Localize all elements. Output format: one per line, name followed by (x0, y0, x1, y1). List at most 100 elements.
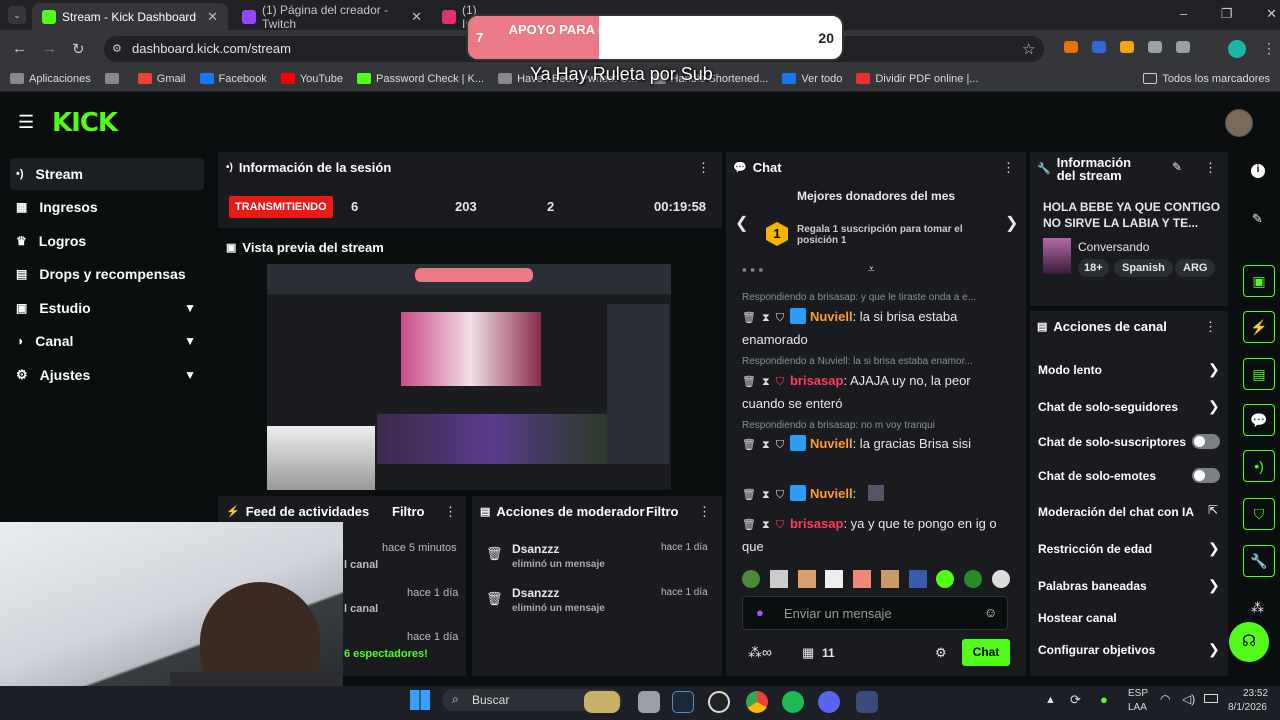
chat-settings-icon[interactable]: ⚙ (935, 645, 947, 661)
discord-icon[interactable] (818, 691, 840, 713)
panel-menu-icon[interactable]: ⋮ (1204, 319, 1217, 335)
rail-capture-button[interactable]: ▣ (1243, 265, 1275, 297)
clock-date[interactable]: 8/1/2026 (1228, 702, 1267, 713)
bookmark-item[interactable]: Gmail (137, 73, 186, 85)
emote-icon[interactable] (853, 570, 872, 588)
chat-username[interactable]: Nuviell (810, 486, 853, 501)
app-icon[interactable] (856, 691, 878, 713)
gift-icon[interactable]: ▦ (802, 645, 814, 661)
panel-menu-icon[interactable]: ⋮ (698, 504, 711, 520)
rail-mod-button[interactable]: ⛉ (1243, 498, 1275, 530)
sidebar-item-logros[interactable]: ♛ Logros (10, 225, 204, 257)
panel-menu-icon[interactable]: ⋮ (697, 160, 710, 176)
chevron-right-icon[interactable]: ❯ (1208, 398, 1220, 415)
bookmark-item[interactable]: YouTube (280, 73, 343, 85)
delete-icon[interactable]: 🗑 (742, 515, 756, 536)
chat-username[interactable]: brisasap (790, 516, 843, 531)
lang-layout[interactable]: LAA (1128, 702, 1147, 713)
emote-bar[interactable] (742, 570, 1010, 588)
rail-chat-button[interactable]: 💬 (1243, 404, 1275, 436)
chat-username[interactable]: brisasap (790, 373, 843, 388)
bookmark-star-icon[interactable]: ☆ (1022, 40, 1035, 58)
subs-only-toggle[interactable] (1192, 434, 1220, 449)
emote-icon[interactable] (880, 570, 899, 588)
lang-code[interactable]: ESP (1128, 688, 1148, 699)
back-icon[interactable]: ← (12, 40, 27, 57)
all-bookmarks[interactable]: Todos los marcadores (1143, 73, 1270, 85)
delete-icon[interactable]: 🗑 (742, 372, 756, 393)
extension-icon[interactable] (1120, 41, 1134, 53)
browser-menu-icon[interactable]: ⋮ (1262, 40, 1276, 57)
extension-icon[interactable] (1064, 41, 1078, 53)
chevron-right-icon[interactable]: ❯ (1208, 361, 1220, 378)
profile-avatar[interactable] (1228, 40, 1246, 58)
rail-broadcast-button[interactable]: •) (1243, 450, 1275, 482)
timeout-icon[interactable]: ⧗ (762, 515, 770, 536)
spotify-icon[interactable] (782, 691, 804, 713)
clock-time[interactable]: 23:52 (1243, 688, 1268, 699)
site-info-icon[interactable]: ⚙ (112, 42, 122, 55)
tab-twitch[interactable]: (1) Página del creador - Twitch ✕ (232, 3, 432, 31)
delete-icon[interactable]: 🗑 (742, 485, 756, 506)
tray-chevron-icon[interactable]: ▲ (1045, 694, 1056, 706)
external-link-icon[interactable]: ⇱ (1208, 503, 1218, 517)
user-avatar[interactable] (1225, 109, 1253, 137)
chat-username[interactable]: Nuviell (810, 309, 853, 324)
battery-icon[interactable] (1204, 694, 1218, 703)
file-explorer-icon[interactable] (638, 691, 660, 713)
sidebar-item-stream[interactable]: •) Stream (10, 158, 204, 190)
wifi-icon[interactable]: ◠ (1160, 692, 1170, 706)
delete-icon[interactable]: 🗑 (742, 435, 756, 456)
window-controls[interactable]: – ❐ ✕ (1180, 6, 1277, 22)
action-age-restriction[interactable]: Restricción de edad (1038, 542, 1152, 556)
sidebar-item-canal[interactable]: ◑ Canal ▼ (10, 325, 204, 357)
close-tab-icon[interactable]: ✕ (207, 9, 218, 25)
bookmark-item[interactable] (104, 73, 124, 84)
obs-icon[interactable] (708, 691, 730, 713)
download-icon[interactable] (1176, 41, 1190, 53)
rail-apps-icon[interactable]: ⁂ (1251, 600, 1264, 616)
action-banned-words[interactable]: Palabras baneadas (1038, 579, 1147, 593)
emote-icon[interactable] (742, 570, 760, 588)
rail-wrench-button[interactable]: 🔧 (1243, 545, 1275, 577)
action-slow-mode[interactable]: Modo lento (1038, 363, 1102, 377)
chrome-icon[interactable] (746, 691, 768, 713)
forward-icon[interactable]: → (42, 40, 57, 57)
action-set-goals[interactable]: Configurar objetivos (1038, 643, 1155, 657)
stream-preview-video[interactable] (267, 264, 671, 490)
reload-icon[interactable]: ↻ (72, 40, 85, 58)
info-icon[interactable]: i (1251, 164, 1265, 178)
infinity-icon[interactable]: ⁂∞ (748, 644, 772, 661)
bookmark-item[interactable]: Facebook (199, 73, 267, 85)
emotes-only-toggle[interactable] (1192, 468, 1220, 483)
extensions-area[interactable] (1064, 41, 1190, 53)
feed-filter-button[interactable]: Filtro (392, 504, 425, 519)
rail-lightning-button[interactable]: ⚡ (1243, 311, 1275, 343)
chevron-right-icon[interactable]: ❯ (1208, 577, 1220, 594)
emote-icon[interactable] (825, 570, 844, 588)
sidebar-item-ajustes[interactable]: ⚙ Ajustes ▼ (10, 359, 204, 391)
sidebar-item-ingresos[interactable]: ▦ Ingresos (10, 191, 204, 223)
sidebar-item-estudio[interactable]: ▣ Estudio ▼ (10, 292, 204, 324)
emote-icon[interactable] (797, 570, 816, 588)
next-arrow-icon[interactable]: ❯ (1005, 213, 1018, 233)
puzzle-icon[interactable] (1148, 41, 1162, 53)
emote-icon[interactable] (964, 570, 983, 588)
volume-icon[interactable]: ◁) (1182, 692, 1195, 706)
chevron-right-icon[interactable]: ❯ (1208, 540, 1220, 557)
bookmark-item[interactable]: Password Check | K... (357, 73, 484, 85)
prev-arrow-icon[interactable]: ❮ (735, 213, 748, 233)
extension-icon[interactable] (1092, 41, 1106, 53)
timeout-icon[interactable]: ⧗ (762, 435, 770, 456)
bookmark-item[interactable]: Ver todo (782, 73, 842, 85)
sidebar-item-drops[interactable]: ▤ Drops y recompensas (10, 258, 204, 290)
chat-username[interactable]: Nuviell (810, 436, 853, 451)
support-button[interactable]: ☊ (1229, 622, 1269, 662)
action-followers-only[interactable]: Chat de solo-seguidores (1038, 400, 1178, 414)
emote-icon[interactable] (991, 570, 1010, 588)
emote-icon[interactable] (908, 570, 927, 588)
panel-menu-icon[interactable]: ⋮ (1002, 160, 1015, 176)
timeout-icon[interactable]: ⧗ (762, 485, 770, 506)
chevron-right-icon[interactable]: ❯ (1208, 641, 1220, 658)
bookmark-item[interactable]: Dividir PDF online |... (856, 73, 978, 85)
